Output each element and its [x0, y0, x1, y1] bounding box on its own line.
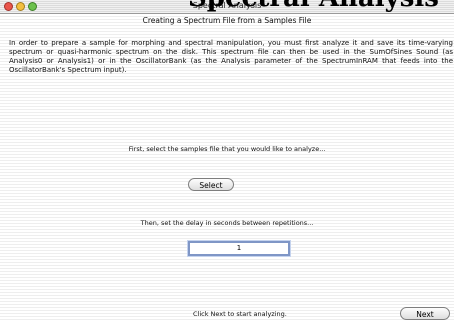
- delay-input[interactable]: 1: [188, 241, 290, 256]
- next-button[interactable]: Next: [400, 307, 450, 320]
- delay-prompt: Then, set the delay in seconds between r…: [140, 219, 314, 227]
- overlay-title-text: Spectral Analysis: [188, 0, 439, 13]
- footer-message: Click Next to start analyzing.: [193, 310, 287, 318]
- dialog-content: Creating a Spectrum File from a Samples …: [0, 14, 454, 322]
- select-button[interactable]: Select: [188, 178, 234, 191]
- page-heading: Creating a Spectrum File from a Samples …: [142, 16, 312, 25]
- intro-paragraph: In order to prepare a sample for morphin…: [9, 39, 453, 74]
- select-prompt: First, select the samples file that you …: [128, 145, 326, 153]
